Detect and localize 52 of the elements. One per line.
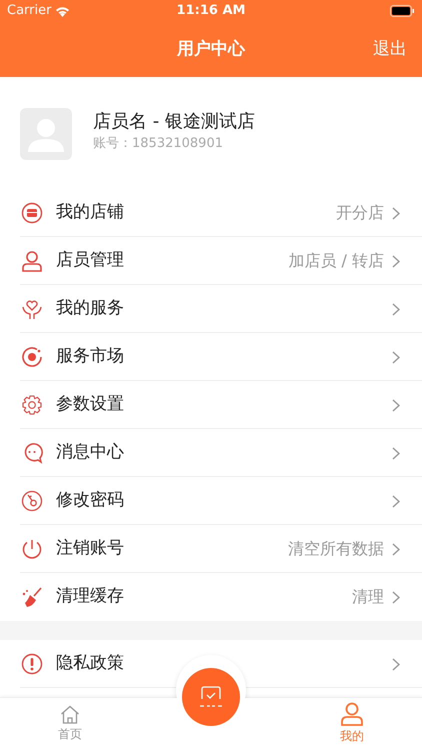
chevron-icon xyxy=(392,206,400,220)
chevron-icon xyxy=(392,350,400,364)
chevron-icon xyxy=(392,446,400,460)
account-number: 账号：18532108901 xyxy=(93,135,224,153)
target-icon xyxy=(21,346,43,368)
status-time: 11:16 AM xyxy=(176,2,246,20)
menu-item[interactable]: 我的店铺 开分店 xyxy=(0,189,422,237)
menu-label: 服务市场 xyxy=(56,345,125,368)
shop-icon xyxy=(21,202,43,224)
chevron-icon xyxy=(392,302,400,316)
chevron-icon xyxy=(392,590,400,604)
chevron-icon xyxy=(392,254,400,268)
menu-label: 注销账号 xyxy=(56,537,125,560)
settings-icon xyxy=(21,394,43,416)
battery-icon xyxy=(390,5,415,17)
menu-detail: 加店员 / 转店 xyxy=(288,250,384,272)
menu-label: 修改密码 xyxy=(56,489,125,512)
chevron-icon xyxy=(392,398,400,412)
menu-item[interactable]: 消息中心 xyxy=(0,429,422,477)
menu-label: 参数设置 xyxy=(56,393,125,416)
menu-detail: 清理 xyxy=(352,586,384,608)
chevron-icon xyxy=(392,658,400,670)
staff-name: 店员名 - 银途测试店 xyxy=(93,110,255,134)
heart-hands-icon xyxy=(21,298,43,320)
power-icon xyxy=(21,538,43,560)
alert-icon xyxy=(21,653,43,675)
user-icon xyxy=(21,250,43,272)
menu-detail: 开分店 xyxy=(336,202,384,224)
menu-detail: 清空所有数据 xyxy=(288,538,384,560)
chevron-icon xyxy=(392,494,400,508)
user-icon xyxy=(340,702,364,726)
checkout-icon xyxy=(199,686,223,708)
menu-item[interactable]: 注销账号 清空所有数据 xyxy=(0,525,422,573)
menu-item[interactable]: 店员管理 加店员 / 转店 xyxy=(0,237,422,285)
menu-item[interactable]: 参数设置 xyxy=(0,381,422,429)
menu-item[interactable]: 修改密码 xyxy=(0,477,422,525)
broom-icon xyxy=(21,586,43,608)
menu-label: 隐私政策 xyxy=(56,652,125,676)
wifi-icon xyxy=(55,6,70,16)
home-icon xyxy=(60,704,80,724)
menu-label: 店员管理 xyxy=(56,249,125,272)
menu-label: 清理缓存 xyxy=(56,585,125,608)
menu-item[interactable]: 清理缓存 清理 xyxy=(0,573,422,621)
menu-label: 我的店铺 xyxy=(56,201,125,224)
menu-label: 消息中心 xyxy=(56,441,125,464)
carrier-label: Carrier xyxy=(7,2,52,20)
page-title: 用户中心 xyxy=(177,38,245,61)
key-icon xyxy=(21,490,43,512)
menu-item[interactable]: 我的服务 xyxy=(0,285,422,333)
menu-label: 我的服务 xyxy=(56,297,125,320)
chevron-icon xyxy=(392,542,400,556)
menu-item[interactable]: 服务市场 xyxy=(0,333,422,381)
